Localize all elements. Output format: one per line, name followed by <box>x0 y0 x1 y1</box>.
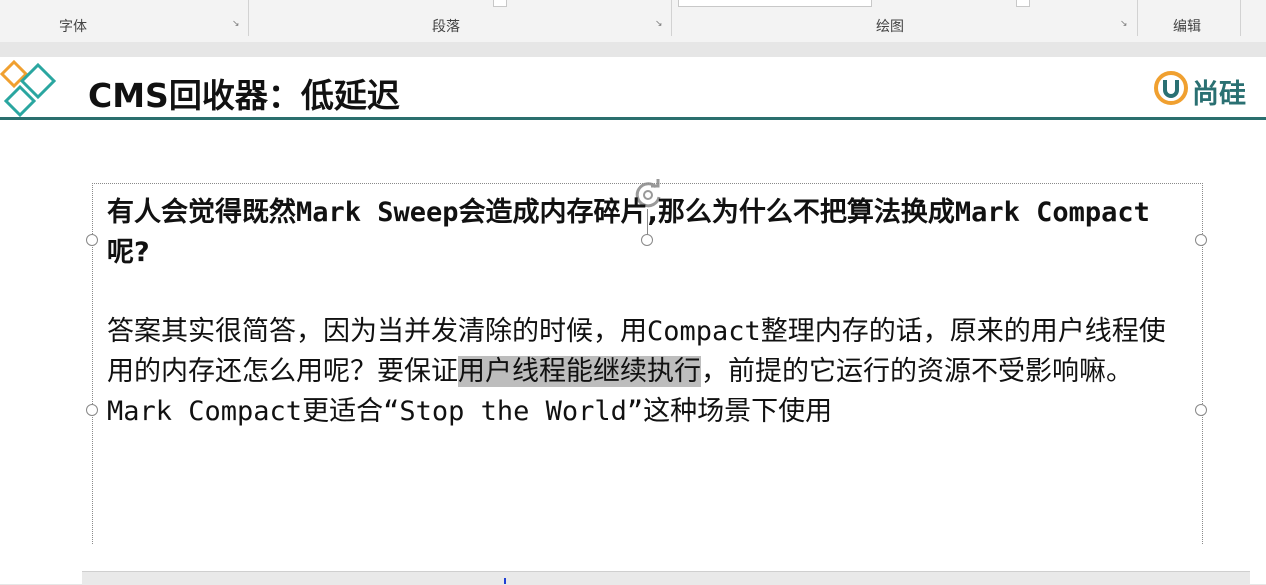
question-code-1: Mark Sweep <box>296 197 459 228</box>
ribbon-dropdown-partial[interactable] <box>678 0 872 7</box>
question-paragraph[interactable]: 有人会觉得既然Mark Sweep会造成内存碎片,那么为什么不把算法换成Mark… <box>107 193 1182 273</box>
drawing-dialog-launcher-icon[interactable]: ↘ <box>1120 20 1129 29</box>
question-code-2: Mark Compact <box>954 197 1150 228</box>
ribbon-group-editing-label: 编辑 <box>1173 19 1201 35</box>
answer-text-4: 更适合 <box>302 396 384 427</box>
paragraph-dialog-launcher-icon[interactable]: ↘ <box>655 20 664 29</box>
font-dialog-launcher-icon[interactable]: ↘ <box>232 20 241 29</box>
question-text-2: 会造成内存碎片,那么为什么不把算法换成 <box>458 197 955 228</box>
slide-canvas[interactable]: CMS回收器：低延迟 尚硅 有人会觉得既然Mark Sweep会造成内存碎片,那… <box>0 57 1266 584</box>
resize-handle-top-left[interactable] <box>86 234 98 246</box>
answer-code-1: Compact <box>647 316 761 347</box>
resize-handle-middle-left[interactable] <box>86 404 98 416</box>
resize-handle-middle-right[interactable] <box>1195 404 1207 416</box>
answer-text-1: 答案其实很简答，因为当并发清除的时候，用 <box>107 316 647 347</box>
brand-u-icon <box>1154 71 1188 105</box>
notes-pane-edge[interactable] <box>82 571 1250 585</box>
answer-code-2: Mark Compact <box>107 396 303 427</box>
answer-text-3: ，前提的它运行的资源不受影响嘛。 <box>701 356 1133 387</box>
ribbon-separator <box>1240 0 1241 36</box>
ribbon-gap <box>0 42 1266 57</box>
ribbon-group-drawing-label: 绘图 <box>876 19 904 35</box>
ribbon-group-paragraph-label: 段落 <box>432 19 460 35</box>
answer-paragraph[interactable]: 答案其实很简答，因为当并发清除的时候，用Compact整理内存的话，原来的用户线… <box>107 312 1187 432</box>
question-text-1: 有人会觉得既然 <box>107 197 296 228</box>
ribbon-separator <box>1137 0 1138 36</box>
question-text-3: 呢? <box>107 237 150 268</box>
slide-header: CMS回收器：低延迟 尚硅 <box>0 57 1266 120</box>
ribbon: 字体 ↘ 段落 ↘ 绘图 ↘ 编辑 <box>0 0 1266 43</box>
header-divider <box>0 117 1266 120</box>
text-cursor <box>504 578 506 584</box>
ribbon-control-partial[interactable] <box>493 0 507 7</box>
highlighted-selection[interactable]: 用户线程能继续执行 <box>458 356 701 387</box>
brand-text: 尚硅 <box>1192 79 1246 110</box>
ribbon-control-partial-2[interactable] <box>1016 0 1030 7</box>
slide-title[interactable]: CMS回收器：低延迟 <box>88 69 400 117</box>
ribbon-separator <box>671 0 672 36</box>
ribbon-separator <box>248 0 249 36</box>
answer-quote: “Stop the World” <box>383 396 644 427</box>
answer-text-5: 这种场景下使用 <box>643 396 833 427</box>
resize-handle-top-right[interactable] <box>1195 234 1207 246</box>
diamond-logo-icon <box>0 59 57 117</box>
ribbon-group-font-label: 字体 <box>59 19 87 35</box>
